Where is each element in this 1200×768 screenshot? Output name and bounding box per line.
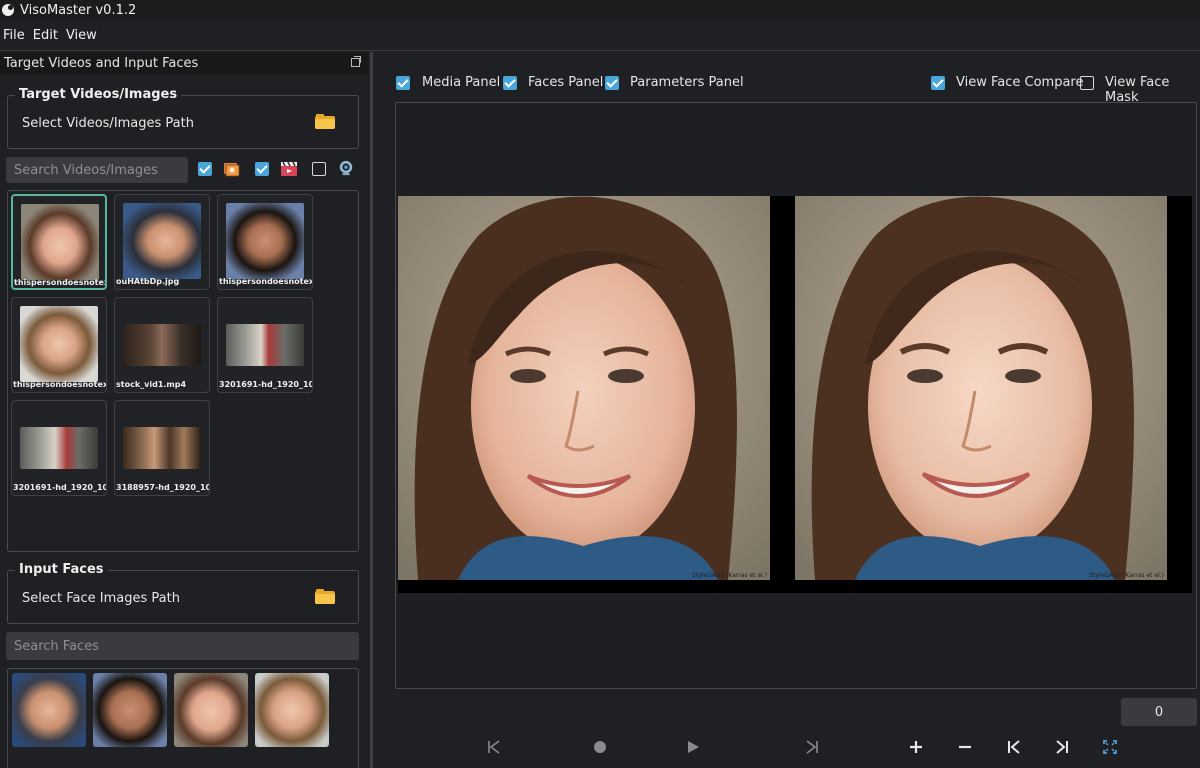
previous-marker-icon[interactable] bbox=[1004, 738, 1024, 756]
image-file-icon bbox=[224, 163, 240, 177]
dock-header: Target Videos and Input Faces bbox=[0, 52, 368, 74]
media-item-label: 3201691-hd_1920_1080 bbox=[219, 380, 312, 389]
input-face-item[interactable] bbox=[255, 673, 329, 747]
media-grid: thispersondoesnotexist ouHAtbDp.jpg this… bbox=[7, 190, 359, 552]
play-icon[interactable] bbox=[683, 738, 703, 756]
input-face-item[interactable] bbox=[93, 673, 167, 747]
input-face-item[interactable] bbox=[12, 673, 86, 747]
view-face-mask-checkbox[interactable] bbox=[1080, 76, 1094, 90]
frame-number-input[interactable]: 0 bbox=[1121, 698, 1197, 726]
original-face-image: StyleGAN2 (Karras et al.) bbox=[398, 196, 770, 580]
media-item[interactable]: ouHAtbDp.jpg bbox=[114, 194, 210, 290]
parameters-panel-checkbox[interactable] bbox=[605, 76, 619, 90]
view-face-compare-label: View Face Compare bbox=[956, 75, 1084, 90]
title-bar: VisoMaster v0.1.2 bbox=[0, 0, 1200, 20]
dock-float-icon[interactable] bbox=[351, 56, 361, 67]
menu-edit[interactable]: Edit bbox=[30, 28, 63, 43]
media-item[interactable]: thispersondoesnotex4i bbox=[217, 194, 313, 290]
media-item-label: ouHAtbDp.jpg bbox=[116, 277, 180, 286]
input-face-item[interactable] bbox=[174, 673, 248, 747]
go-to-end-icon[interactable] bbox=[802, 738, 822, 756]
media-item[interactable]: 3201691-hd_1920_1080 bbox=[217, 297, 313, 393]
view-face-compare-checkbox[interactable] bbox=[931, 76, 945, 90]
app-logo-icon bbox=[2, 4, 14, 16]
go-to-start-icon[interactable] bbox=[484, 738, 504, 756]
add-marker-icon[interactable] bbox=[906, 738, 926, 756]
media-item-label: thispersondoesnotexist bbox=[13, 380, 107, 389]
menu-file[interactable]: File bbox=[0, 28, 30, 43]
webcam-icon bbox=[339, 160, 353, 176]
thumbnail-image bbox=[123, 324, 201, 366]
input-faces-group-title: Input Faces bbox=[15, 562, 108, 577]
fullscreen-icon[interactable] bbox=[1100, 738, 1120, 756]
next-marker-icon[interactable] bbox=[1052, 738, 1072, 756]
faces-panel-checkbox[interactable] bbox=[503, 76, 517, 90]
thumbnail-image bbox=[123, 203, 201, 279]
menu-view[interactable]: View bbox=[63, 28, 102, 43]
folder-icon[interactable] bbox=[315, 589, 335, 604]
dock-splitter[interactable] bbox=[370, 52, 373, 768]
filter-images-checkbox[interactable] bbox=[198, 162, 212, 176]
media-item[interactable]: stock_vid1.mp4 bbox=[114, 297, 210, 393]
window-title: VisoMaster v0.1.2 bbox=[20, 2, 137, 18]
target-videos-group: Target Videos/Images Select Videos/Image… bbox=[7, 87, 359, 149]
media-item[interactable]: 3188957-hd_1920_1080 bbox=[114, 400, 210, 496]
swapped-face-image: StyleGAN2 (Karras et al.) bbox=[795, 196, 1167, 580]
dock-title: Target Videos and Input Faces bbox=[4, 55, 199, 71]
media-panel-label: Media Panel bbox=[422, 75, 501, 90]
media-item[interactable]: thispersondoesnotexist bbox=[11, 297, 107, 393]
media-item-label: stock_vid1.mp4 bbox=[116, 380, 187, 389]
watermark-text: StyleGAN2 (Karras et al.) bbox=[1089, 572, 1164, 579]
thumbnail-image bbox=[226, 324, 304, 366]
search-videos-input[interactable]: Search Videos/Images bbox=[6, 157, 188, 183]
menu-divider bbox=[0, 50, 1200, 51]
thumbnail-image bbox=[123, 427, 201, 469]
menu-bar: File Edit View bbox=[0, 24, 102, 46]
thumbnail-image bbox=[226, 203, 304, 279]
faces-panel-label: Faces Panel bbox=[528, 75, 604, 90]
video-clapper-icon bbox=[281, 161, 297, 176]
media-item[interactable]: thispersondoesnotexist bbox=[11, 194, 107, 290]
remove-marker-icon[interactable] bbox=[955, 738, 975, 756]
media-panel-checkbox[interactable] bbox=[396, 76, 410, 90]
parameters-panel-label: Parameters Panel bbox=[630, 75, 744, 90]
filter-webcam-checkbox[interactable] bbox=[312, 162, 326, 176]
input-faces-group: Input Faces Select Face Images Path bbox=[7, 562, 359, 624]
thumbnail-image bbox=[21, 204, 99, 280]
record-icon[interactable] bbox=[590, 738, 610, 756]
input-faces-list bbox=[7, 668, 359, 768]
select-face-images-path-button[interactable]: Select Face Images Path bbox=[22, 591, 180, 606]
media-item-label: thispersondoesnotex4i bbox=[219, 277, 313, 286]
media-item-label: thispersondoesnotexist bbox=[14, 278, 105, 287]
media-item[interactable]: 3201691-hd_1920_1080 bbox=[11, 400, 107, 496]
folder-icon[interactable] bbox=[315, 114, 335, 129]
thumbnail-image bbox=[20, 306, 98, 382]
view-face-mask-label: View Face Mask bbox=[1105, 75, 1170, 105]
select-videos-path-button[interactable]: Select Videos/Images Path bbox=[22, 116, 194, 131]
search-faces-input[interactable]: Search Faces bbox=[6, 632, 359, 660]
media-item-label: 3201691-hd_1920_1080 bbox=[13, 483, 106, 492]
media-item-label: 3188957-hd_1920_1080 bbox=[116, 483, 209, 492]
target-videos-group-title: Target Videos/Images bbox=[15, 87, 182, 102]
watermark-text: StyleGAN2 (Karras et al.) bbox=[692, 572, 767, 579]
filter-videos-checkbox[interactable] bbox=[255, 162, 269, 176]
thumbnail-image bbox=[20, 427, 98, 469]
